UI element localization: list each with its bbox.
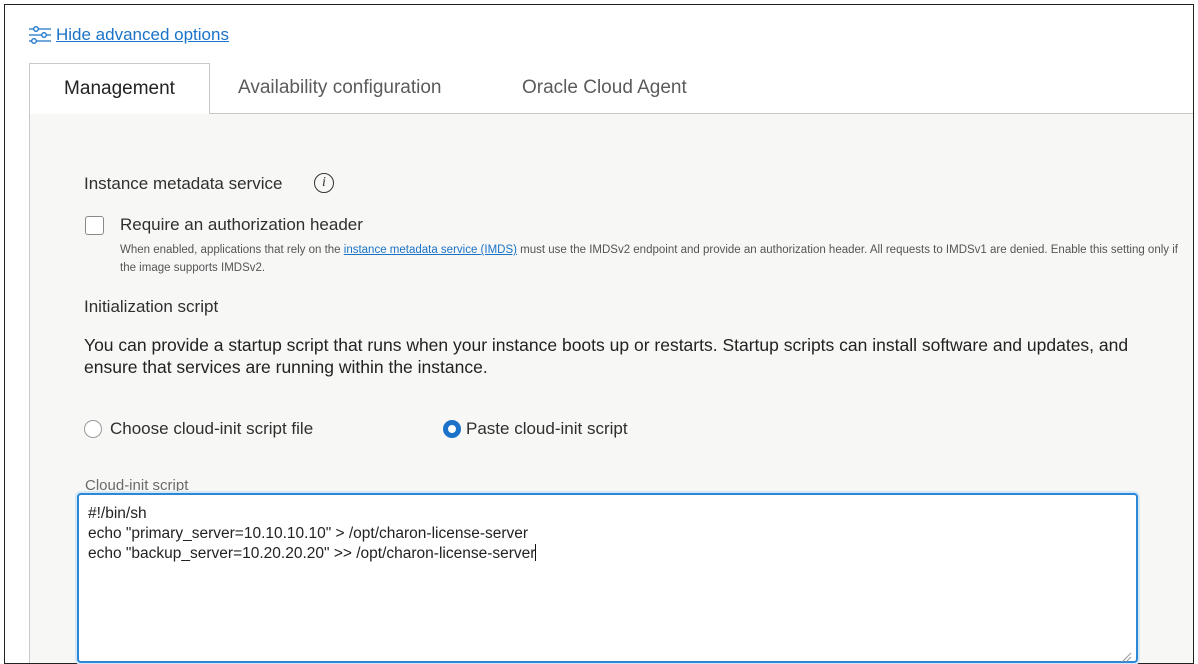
init-script-heading: Initialization script: [84, 297, 219, 316]
init-script-description: You can provide a startup script that ru…: [84, 335, 1129, 377]
hide-advanced-options-link[interactable]: Hide advanced options: [27, 24, 229, 46]
resize-grip-icon[interactable]: [1120, 651, 1132, 663]
choose-file-radio[interactable]: [84, 420, 102, 438]
imds-heading: Instance metadata service: [84, 174, 283, 193]
imds-help-text-start: When enabled, applications that rely on …: [120, 244, 344, 256]
tab-oracle-cloud-agent[interactable]: Oracle Cloud Agent: [522, 63, 687, 113]
require-auth-header-checkbox[interactable]: [85, 216, 104, 235]
text-caret: [535, 544, 537, 561]
tab-availability-configuration[interactable]: Availability configuration: [238, 63, 442, 113]
tab-bar: Management Availability configuration Or…: [29, 63, 1193, 114]
paste-script-label[interactable]: Paste cloud-init script: [466, 419, 628, 439]
paste-script-radio[interactable]: [443, 420, 461, 438]
require-auth-header-label[interactable]: Require an authorization header: [120, 215, 363, 235]
tab-management[interactable]: Management: [29, 63, 210, 114]
hide-advanced-options-label[interactable]: Hide advanced options: [56, 25, 229, 45]
cloud-init-script-content: #!/bin/sh echo "primary_server=10.10.10.…: [88, 505, 536, 562]
choose-file-label[interactable]: Choose cloud-init script file: [110, 419, 313, 439]
cloud-init-script-textarea[interactable]: #!/bin/sh echo "primary_server=10.10.10.…: [77, 493, 1138, 663]
cloud-init-field-label: Cloud-init script: [85, 477, 189, 494]
sliders-icon: [29, 26, 51, 44]
imds-docs-link[interactable]: instance metadata service (IMDS): [344, 244, 517, 256]
imds-help-text: When enabled, applications that rely on …: [120, 241, 1180, 277]
info-icon[interactable]: i: [314, 173, 334, 193]
